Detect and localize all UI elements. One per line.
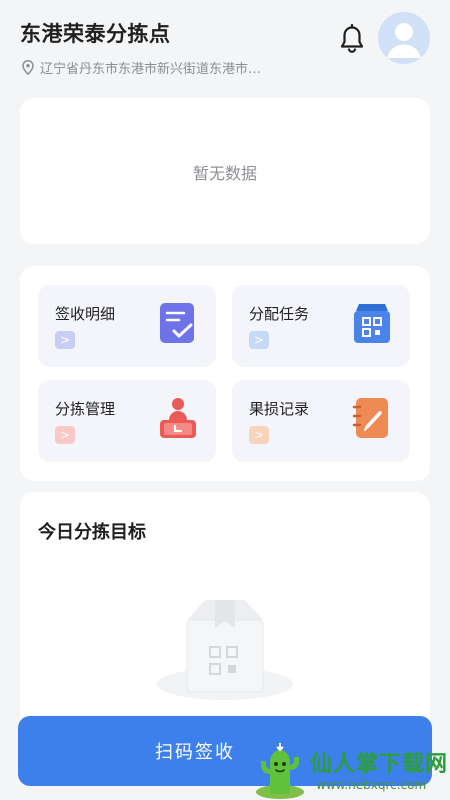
watermark-url: www.hebxqrc.com: [316, 778, 427, 792]
chevron-right-icon: >: [249, 331, 269, 349]
page-title: 东港荣泰分拣点: [20, 22, 171, 46]
empty-data-card: 暂无数据: [20, 98, 430, 244]
menu-tile-label: 分配任务: [249, 305, 310, 323]
page-header: 东港荣泰分拣点 辽宁省丹东市东港市新兴街道东港市…: [0, 0, 450, 95]
menu-tile-receipt-detail[interactable]: 签收明细 >: [38, 285, 216, 367]
chevron-right-icon: >: [249, 426, 269, 444]
address-text: 辽宁省丹东市东港市新兴街道东港市…: [40, 62, 262, 77]
menu-tile-label: 果损记录: [249, 400, 310, 418]
chevron-right-icon: >: [55, 426, 75, 444]
bell-icon: [340, 23, 364, 53]
watermark: 仙人掌下载网 www.hebxqrc.com: [250, 742, 450, 800]
chevron-right-icon: >: [55, 331, 75, 349]
sorting-person-icon: [160, 398, 196, 438]
empty-data-text: 暂无数据: [192, 164, 257, 183]
cactus-logo-icon: [256, 743, 304, 799]
qr-box-icon: [354, 304, 390, 343]
menu-tile-damage-record[interactable]: 果损记录 >: [232, 380, 410, 462]
watermark-text: 仙人掌下载网: [310, 752, 449, 777]
document-check-icon: [160, 303, 194, 343]
menu-tile-label: 签收明细: [55, 305, 116, 323]
menu-tile-label: 分拣管理: [55, 400, 116, 418]
function-menu-card: 签收明细 > 分配任务 > 分拣管理 > 果损记录 >: [20, 266, 430, 481]
daily-goal-title: 今日分拣目标: [38, 522, 146, 543]
address-row[interactable]: 辽宁省丹东市东港市新兴街道东港市…: [22, 58, 261, 77]
location-pin-icon: [22, 60, 34, 75]
menu-tile-assign-task[interactable]: 分配任务 >: [232, 285, 410, 367]
notebook-pen-icon: [352, 398, 388, 438]
user-avatar-icon: [387, 23, 421, 58]
daily-goal-card: 今日分拣目标: [20, 492, 430, 722]
empty-box-illustration: [157, 600, 293, 700]
menu-tile-sorting-management[interactable]: 分拣管理 >: [38, 380, 216, 462]
user-avatar[interactable]: [378, 12, 430, 64]
notification-button[interactable]: [338, 23, 366, 54]
